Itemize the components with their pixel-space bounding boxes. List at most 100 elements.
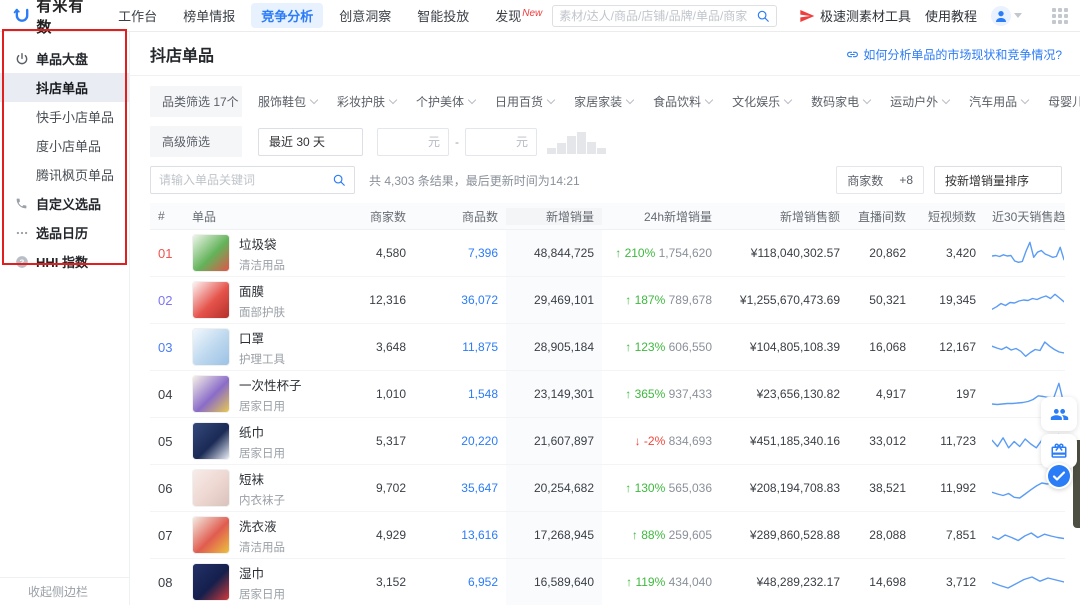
- help-link[interactable]: 如何分析单品的市场现状和竞争情况?: [846, 46, 1062, 63]
- product-name[interactable]: 湿巾: [239, 563, 285, 582]
- global-search-input[interactable]: [559, 9, 756, 23]
- products-count-link[interactable]: 6,952: [414, 575, 506, 589]
- category-chip-11[interactable]: 母婴儿童: [1048, 93, 1080, 110]
- table-row-5[interactable]: 05纸巾居家日用5,31720,22021,607,897↓ -2% 834,6…: [150, 418, 1065, 465]
- new-sales-cell: 21,607,897: [506, 418, 602, 464]
- sidebar-item-2[interactable]: 抖店单品: [0, 73, 129, 102]
- user-menu[interactable]: [991, 6, 1022, 26]
- search-icon[interactable]: [332, 173, 346, 187]
- product-name[interactable]: 洗衣液: [239, 516, 285, 535]
- apps-grid-icon[interactable]: [1052, 8, 1068, 24]
- category-chip-2[interactable]: 彩妆护肤: [337, 93, 396, 110]
- column-header-7[interactable]: 新增销售额: [720, 208, 848, 225]
- sidebar-item-8[interactable]: ?HHI 指数: [0, 247, 129, 276]
- search-icon[interactable]: [756, 9, 770, 23]
- sort-select[interactable]: 按新增销量排序: [934, 166, 1062, 194]
- trend-down-arrow-icon: ↓: [635, 434, 641, 448]
- check-button[interactable]: [1046, 463, 1072, 489]
- product-thumbnail[interactable]: [192, 563, 230, 601]
- category-chip-6[interactable]: 食品饮料: [653, 93, 712, 110]
- speed-test-tool-link[interactable]: 极速测素材工具: [799, 6, 911, 25]
- products-count-link[interactable]: 20,220: [414, 434, 506, 448]
- table-row-4[interactable]: 04一次性杯子居家日用1,0101,54823,149,301↑ 365% 93…: [150, 371, 1065, 418]
- products-count-link[interactable]: 13,616: [414, 528, 506, 542]
- community-button[interactable]: [1041, 397, 1077, 431]
- nav-item-1[interactable]: 工作台: [108, 3, 167, 28]
- column-header-10[interactable]: 近30天销售趋势: [984, 208, 1065, 225]
- chevron-down-icon: [1021, 96, 1029, 104]
- category-chip-10[interactable]: 汽车用品: [969, 93, 1028, 110]
- product-thumbnail[interactable]: [192, 516, 230, 554]
- product-thumbnail[interactable]: [192, 422, 230, 460]
- sales-24h-cell: ↑ 130% 565,036: [602, 481, 720, 495]
- keyword-search-box[interactable]: [150, 166, 355, 194]
- sidebar-item-4[interactable]: 度小店单品: [0, 131, 129, 160]
- table-row-7[interactable]: 07洗衣液清洁用品4,92913,61617,268,945↑ 88% 259,…: [150, 512, 1065, 559]
- product-thumbnail[interactable]: [192, 469, 230, 507]
- tutorial-link[interactable]: 使用教程: [925, 6, 977, 25]
- products-count-link[interactable]: 35,647: [414, 481, 506, 495]
- column-header-8[interactable]: 直播间数: [848, 208, 914, 225]
- global-search-box[interactable]: [552, 5, 777, 27]
- sidebar-item-5[interactable]: 腾讯枫页单品: [0, 160, 129, 189]
- gmv-cell: ¥208,194,708.83: [720, 481, 848, 495]
- product-thumbnail[interactable]: [192, 234, 230, 272]
- column-header-4[interactable]: 商品数: [414, 208, 506, 225]
- date-range-select[interactable]: 最近 30 天: [258, 128, 363, 156]
- sidebar-item-7[interactable]: 选品日历: [0, 218, 129, 247]
- column-header-9[interactable]: 短视频数: [914, 208, 984, 225]
- category-chip-5[interactable]: 家居家装: [574, 93, 633, 110]
- product-cell: 湿巾居家日用: [184, 563, 324, 602]
- nav-item-4[interactable]: 创意洞察: [329, 3, 401, 28]
- product-name[interactable]: 口罩: [239, 328, 285, 347]
- product-category: 清洁用品: [239, 257, 285, 273]
- merchant-count-filter[interactable]: 商家数 +8: [836, 166, 924, 194]
- trend-up-arrow-icon: ↑: [625, 387, 631, 401]
- category-chip-7[interactable]: 文化娱乐: [732, 93, 791, 110]
- category-chip-9[interactable]: 运动户外: [890, 93, 949, 110]
- sidebar-item-1[interactable]: 单品大盘: [0, 44, 129, 73]
- product-thumbnail[interactable]: [192, 328, 230, 366]
- sales-trend-sparkline: [984, 331, 1065, 363]
- category-chip-3[interactable]: 个护美体: [416, 93, 475, 110]
- videos-cell: 3,420: [914, 246, 984, 260]
- category-chip-4[interactable]: 日用百货: [495, 93, 554, 110]
- collapse-sidebar-button[interactable]: 收起侧边栏: [0, 577, 129, 605]
- product-thumbnail[interactable]: [192, 281, 230, 319]
- product-name[interactable]: 一次性杯子: [239, 375, 302, 394]
- table-row-2[interactable]: 02面膜面部护肤12,31636,07229,469,101↑ 187% 789…: [150, 277, 1065, 324]
- power-icon: [14, 52, 29, 66]
- column-header-6[interactable]: 24h新增销量: [602, 208, 720, 225]
- videos-cell: 11,992: [914, 481, 984, 495]
- nav-item-2[interactable]: 榜单情报: [173, 3, 245, 28]
- product-name[interactable]: 垃圾袋: [239, 234, 285, 253]
- column-header-5[interactable]: 新增销量: [506, 208, 602, 225]
- products-count-link[interactable]: 11,875: [414, 340, 506, 354]
- table-row-1[interactable]: 01垃圾袋清洁用品4,5807,39648,844,725↑ 210% 1,75…: [150, 230, 1065, 277]
- table-row-6[interactable]: 06短袜内衣袜子9,70235,64720,254,682↑ 130% 565,…: [150, 465, 1065, 512]
- sidebar-item-6[interactable]: 自定义选品: [0, 189, 129, 218]
- logo-icon: [12, 4, 31, 27]
- app-logo[interactable]: 有米有数: [12, 0, 90, 37]
- price-min-input[interactable]: 元: [377, 128, 449, 156]
- nav-item-3[interactable]: 竞争分析: [251, 3, 323, 28]
- table-row-8[interactable]: 08湿巾居家日用3,1526,95216,589,640↑ 119% 434,0…: [150, 559, 1065, 605]
- nav-item-6[interactable]: 发现New: [485, 3, 552, 28]
- product-thumbnail[interactable]: [192, 375, 230, 413]
- products-count-link[interactable]: 1,548: [414, 387, 506, 401]
- category-chip-1[interactable]: 服饰鞋包: [258, 93, 317, 110]
- category-chip-8[interactable]: 数码家电: [811, 93, 870, 110]
- nav-item-5[interactable]: 智能投放: [407, 3, 479, 28]
- product-name[interactable]: 面膜: [239, 281, 285, 300]
- chevron-down-icon: [626, 96, 634, 104]
- product-name[interactable]: 纸巾: [239, 422, 285, 441]
- products-count-link[interactable]: 36,072: [414, 293, 506, 307]
- table-row-3[interactable]: 03口罩护理工具3,64811,87528,905,184↑ 123% 606,…: [150, 324, 1065, 371]
- price-max-input[interactable]: 元: [465, 128, 537, 156]
- products-count-link[interactable]: 7,396: [414, 246, 506, 260]
- keyword-input[interactable]: [159, 173, 332, 187]
- column-header-3[interactable]: 商家数: [324, 208, 414, 225]
- avatar[interactable]: [991, 6, 1011, 26]
- sidebar-item-3[interactable]: 快手小店单品: [0, 102, 129, 131]
- product-name[interactable]: 短袜: [239, 469, 285, 488]
